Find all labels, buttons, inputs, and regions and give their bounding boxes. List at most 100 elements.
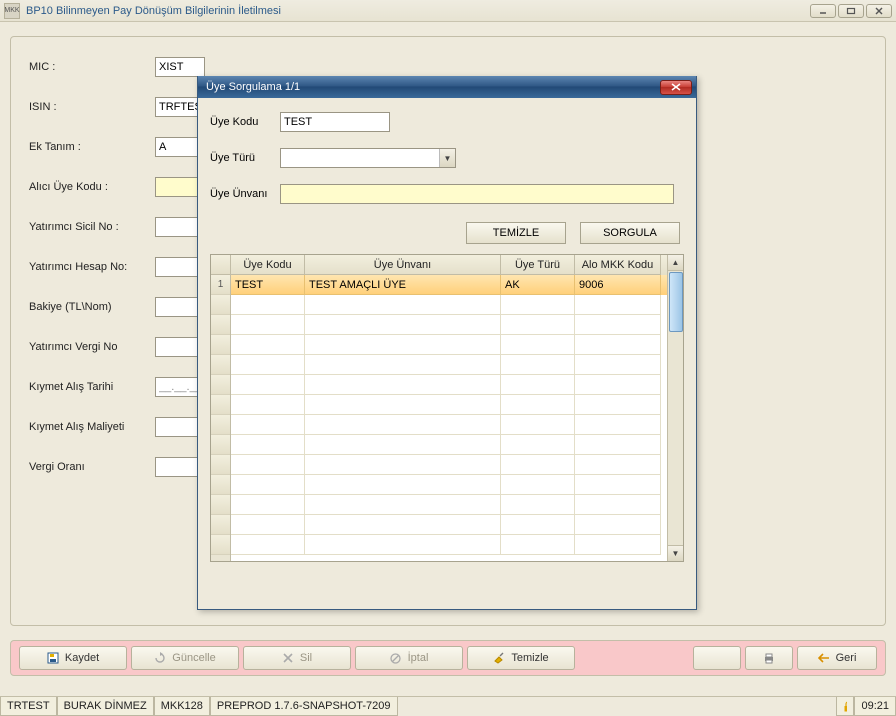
back-arrow-icon — [818, 652, 830, 664]
grid-row-header — [211, 395, 230, 415]
isin-label: ISIN : — [29, 101, 155, 113]
table-row[interactable]: TEST TEST AMAÇLI ÜYE AK 9006 — [231, 275, 667, 295]
dialog-temizle-button[interactable]: TEMİZLE — [466, 222, 566, 244]
app-icon: MKK — [4, 3, 20, 19]
temizle-button[interactable]: Temizle — [467, 646, 575, 670]
status-clock: 09:21 — [854, 697, 896, 716]
cell-uye-turu: AK — [501, 275, 575, 295]
lock-icon — [836, 697, 854, 716]
bakiye-label: Bakiye (TL\Nom) — [29, 301, 155, 313]
iptal-button[interactable]: İptal — [355, 646, 463, 670]
grid-row-header — [211, 375, 230, 395]
status-bar: TRTEST BURAK DİNMEZ MKK128 PREPROD 1.7.6… — [0, 696, 896, 716]
kiymet-alis-tarihi-label: Kıymet Alış Tarihi — [29, 381, 155, 393]
grid-row-header — [211, 295, 230, 315]
table-row[interactable] — [231, 475, 667, 495]
uye-unvani-label: Üye Ünvanı — [210, 188, 280, 200]
table-row[interactable] — [231, 355, 667, 375]
cell-uye-unvani: TEST AMAÇLI ÜYE — [305, 275, 501, 295]
status-cell-2: BURAK DİNMEZ — [57, 697, 154, 716]
uye-unvani-input[interactable] — [280, 184, 674, 204]
grid-header-uye-turu[interactable]: Üye Türü — [501, 255, 575, 275]
chevron-down-icon[interactable]: ▼ — [439, 149, 455, 167]
yatirimci-vergi-no-label: Yatırımcı Vergi No — [29, 341, 155, 353]
kaydet-label: Kaydet — [65, 652, 99, 664]
sil-label: Sil — [300, 652, 312, 664]
dialog-titlebar[interactable]: Üye Sorgulama 1/1 — [198, 76, 696, 98]
uye-kodu-label: Üye Kodu — [210, 116, 280, 128]
sil-button[interactable]: Sil — [243, 646, 351, 670]
table-row[interactable] — [231, 415, 667, 435]
table-row[interactable] — [231, 375, 667, 395]
table-row[interactable] — [231, 535, 667, 555]
minimize-button[interactable] — [810, 4, 836, 18]
scroll-up-icon[interactable]: ▲ — [668, 255, 683, 271]
grid-row-header — [211, 475, 230, 495]
kiymet-alis-maliyeti-label: Kıymet Alış Maliyeti — [29, 421, 155, 433]
print-icon — [763, 652, 775, 664]
grid-row-number[interactable]: 1 — [211, 275, 230, 295]
geri-button[interactable]: Geri — [797, 646, 877, 670]
table-row[interactable] — [231, 495, 667, 515]
grid-row-header — [211, 455, 230, 475]
aux-button-1[interactable] — [693, 646, 741, 670]
table-row[interactable] — [231, 515, 667, 535]
mic-input[interactable] — [155, 57, 205, 77]
yatirimci-sicil-no-label: Yatırımcı Sicil No : — [29, 221, 155, 233]
alici-uye-kodu-label: Alıcı Üye Kodu : — [29, 181, 155, 193]
geri-label: Geri — [836, 652, 857, 664]
table-row[interactable] — [231, 435, 667, 455]
table-row[interactable] — [231, 395, 667, 415]
guncelle-button[interactable]: Güncelle — [131, 646, 239, 670]
grid-row-header — [211, 515, 230, 535]
scroll-thumb[interactable] — [669, 272, 683, 332]
button-bar: Kaydet Güncelle Sil İptal Temizle Ge — [10, 640, 886, 676]
iptal-label: İptal — [408, 652, 429, 664]
grid-row-header — [211, 435, 230, 455]
dialog-sorgula-button[interactable]: SORGULA — [580, 222, 680, 244]
uye-sorgulama-dialog: Üye Sorgulama 1/1 Üye Kodu Üye Türü ▼ Üy… — [197, 76, 697, 610]
grid-scrollbar[interactable]: ▲ ▼ — [667, 255, 683, 561]
clear-icon — [493, 652, 505, 664]
window-title: BP10 Bilinmeyen Pay Dönüşüm Bilgilerinin… — [24, 5, 810, 17]
grid-header-alo-mkk-kodu[interactable]: Alo MKK Kodu — [575, 255, 661, 275]
table-row[interactable] — [231, 455, 667, 475]
mic-label: MIC : — [29, 61, 155, 73]
grid-corner — [211, 255, 230, 275]
uye-turu-label: Üye Türü — [210, 152, 280, 164]
grid-header-uye-unvani[interactable]: Üye Ünvanı — [305, 255, 501, 275]
grid-row-header — [211, 535, 230, 555]
print-button[interactable] — [745, 646, 793, 670]
table-row[interactable] — [231, 335, 667, 355]
status-cell-3: MKK128 — [154, 697, 210, 716]
cancel-icon — [390, 652, 402, 664]
grid-header-uye-kodu[interactable]: Üye Kodu — [231, 255, 305, 275]
save-icon — [47, 652, 59, 664]
vergi-orani-label: Vergi Oranı — [29, 461, 155, 473]
dialog-temizle-label: TEMİZLE — [493, 227, 539, 239]
close-button[interactable] — [866, 4, 892, 18]
ek-tanim-label: Ek Tanım : — [29, 141, 155, 153]
table-row[interactable] — [231, 295, 667, 315]
dialog-sorgula-label: SORGULA — [603, 227, 657, 239]
scroll-down-icon[interactable]: ▼ — [668, 545, 683, 561]
grid-header-row: Üye Kodu Üye Ünvanı Üye Türü Alo MKK Kod… — [231, 255, 667, 275]
guncelle-label: Güncelle — [172, 652, 215, 664]
maximize-button[interactable] — [838, 4, 864, 18]
grid-row-header — [211, 315, 230, 335]
status-cell-1: TRTEST — [0, 697, 57, 716]
dialog-close-button[interactable] — [660, 80, 692, 95]
yatirimci-hesap-no-label: Yatırımcı Hesap No: — [29, 261, 155, 273]
table-row[interactable] — [231, 315, 667, 335]
result-grid: 1 Üye Kodu Üye Ünvanı Üye Türü — [210, 254, 684, 562]
cell-alo-mkk-kodu: 9006 — [575, 275, 661, 295]
uye-turu-select[interactable]: ▼ — [280, 148, 456, 168]
dialog-title: Üye Sorgulama 1/1 — [202, 81, 660, 93]
kaydet-button[interactable]: Kaydet — [19, 646, 127, 670]
temizle-label: Temizle — [511, 652, 548, 664]
grid-row-header — [211, 495, 230, 515]
uye-kodu-input[interactable] — [280, 112, 390, 132]
window-titlebar: MKK BP10 Bilinmeyen Pay Dönüşüm Bilgiler… — [0, 0, 896, 22]
status-cell-4: PREPROD 1.7.6-SNAPSHOT-7209 — [210, 697, 398, 716]
grid-row-header — [211, 415, 230, 435]
